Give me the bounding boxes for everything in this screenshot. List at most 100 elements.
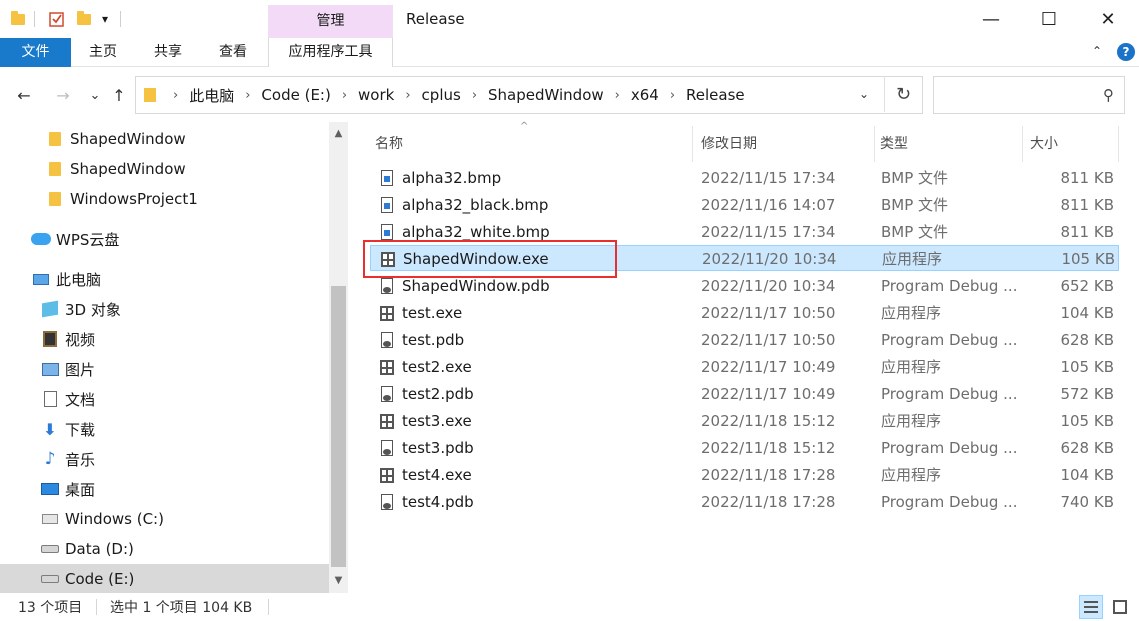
bmp-file-icon	[380, 197, 394, 213]
file-row[interactable]: alpha32_white.bmp 2022/11/15 17:34 BMP 文…	[370, 219, 1119, 245]
file-list: ^ 名称 修改日期 类型 大小 alpha32.bmp 2022/11/15 1…	[370, 121, 1139, 593]
file-row[interactable]: test3.exe 2022/11/18 15:12 应用程序 105 KB	[370, 408, 1119, 434]
folder-icon	[45, 130, 65, 148]
minimize-button[interactable]: —	[963, 0, 1019, 38]
nav-item-code-e[interactable]: Code (E:)	[0, 564, 329, 593]
file-size: 105 KB	[1061, 250, 1115, 268]
up-button[interactable]: ↑	[108, 84, 130, 106]
file-date: 2022/11/18 17:28	[701, 493, 836, 511]
column-header-date[interactable]: 修改日期	[696, 126, 875, 162]
file-date: 2022/11/17 10:50	[701, 331, 836, 349]
file-size: 628 KB	[1060, 439, 1114, 457]
folder-icon	[45, 160, 65, 178]
pdb-file-icon	[380, 332, 394, 348]
nav-item-shapedwindow[interactable]: ShapedWindow	[0, 124, 329, 154]
details-view-button[interactable]	[1079, 595, 1103, 619]
column-header-type[interactable]: 类型	[875, 126, 1023, 162]
refresh-button[interactable]: ↻	[884, 76, 922, 112]
ribbon-tabs: 文件 主页 共享 查看 应用程序工具	[0, 38, 1139, 67]
file-row[interactable]: test2.exe 2022/11/17 10:49 应用程序 105 KB	[370, 354, 1119, 380]
tab-file[interactable]: 文件	[0, 38, 71, 67]
file-row[interactable]: test2.pdb 2022/11/17 10:49 Program Debug…	[370, 381, 1119, 407]
breadcrumb-chevron-icon[interactable]: ›	[670, 88, 675, 103]
nav-item-pictures[interactable]: 图片	[0, 354, 329, 384]
scroll-down-arrow-icon[interactable]: ▼	[329, 572, 348, 589]
address-history-dropdown[interactable]: ⌄	[850, 76, 878, 112]
nav-item-label: 此电脑	[56, 270, 102, 289]
search-icon: ⚲	[1103, 86, 1114, 104]
nav-item-documents[interactable]: 文档	[0, 384, 329, 414]
recent-locations-button[interactable]: ⌄	[84, 84, 106, 106]
help-icon[interactable]: ?	[1117, 43, 1135, 61]
breadcrumb-chevron-icon[interactable]: ›	[342, 88, 347, 103]
file-row[interactable]: test3.pdb 2022/11/18 15:12 Program Debug…	[370, 435, 1119, 461]
file-row[interactable]: test4.pdb 2022/11/18 17:28 Program Debug…	[370, 489, 1119, 515]
nav-item-label: WPS云盘	[56, 230, 120, 249]
breadcrumb-work[interactable]: work	[358, 86, 394, 104]
title-bar: ▾ 管理 Release — ☐ ✕	[0, 0, 1139, 38]
close-button[interactable]: ✕	[1080, 0, 1136, 38]
file-type: Program Debug ...	[881, 439, 1018, 457]
tab-view[interactable]: 查看	[210, 38, 256, 67]
breadcrumb-chevron-icon[interactable]: ›	[405, 88, 410, 103]
nav-item-downloads[interactable]: ⬇ 下载	[0, 414, 329, 444]
nav-item-wps-cloud[interactable]: WPS云盘	[0, 224, 329, 254]
file-type: Program Debug ...	[881, 331, 1018, 349]
back-button[interactable]: ←	[13, 84, 35, 106]
nav-item-this-pc[interactable]: 此电脑	[0, 264, 329, 294]
breadcrumb-x64[interactable]: x64	[631, 86, 659, 104]
scroll-up-arrow-icon[interactable]: ▲	[329, 125, 348, 142]
nav-item-desktop[interactable]: 桌面	[0, 474, 329, 504]
tab-application-tools[interactable]: 应用程序工具	[268, 38, 393, 67]
column-header-size[interactable]: 大小	[1025, 126, 1119, 162]
breadcrumb-cplus[interactable]: cplus	[422, 86, 461, 104]
file-row-selected[interactable]: ShapedWindow.exe 2022/11/20 10:34 应用程序 1…	[370, 245, 1119, 271]
properties-icon[interactable]	[48, 10, 66, 28]
nav-item-data-d[interactable]: Data (D:)	[0, 534, 329, 564]
nav-item-shapedwindow[interactable]: ShapedWindow	[0, 154, 329, 184]
pdb-file-icon	[380, 494, 394, 510]
large-icons-view-button[interactable]	[1108, 595, 1132, 619]
breadcrumb-release[interactable]: Release	[686, 86, 745, 104]
tab-home[interactable]: 主页	[80, 38, 126, 67]
file-row[interactable]: ShapedWindow.pdb 2022/11/20 10:34 Progra…	[370, 273, 1119, 299]
breadcrumb-chevron-icon[interactable]: ›	[245, 88, 250, 103]
file-row[interactable]: alpha32_black.bmp 2022/11/16 14:07 BMP 文…	[370, 192, 1119, 218]
status-selection: 选中 1 个项目 104 KB	[110, 600, 253, 616]
customize-quick-access-dropdown[interactable]: ▾	[98, 10, 112, 28]
pictures-icon	[40, 360, 60, 378]
forward-button[interactable]: →	[52, 84, 74, 106]
exe-file-icon	[380, 359, 394, 375]
breadcrumb-this-pc[interactable]: 此电脑	[189, 85, 234, 106]
column-header-name[interactable]: 名称	[370, 126, 693, 162]
nav-item-label: 下载	[65, 420, 96, 439]
breadcrumb-chevron-icon[interactable]: ›	[615, 88, 620, 103]
breadcrumb-chevron-icon[interactable]: ›	[173, 88, 178, 103]
file-row[interactable]: test4.exe 2022/11/18 17:28 应用程序 104 KB	[370, 462, 1119, 488]
maximize-button[interactable]: ☐	[1021, 0, 1077, 38]
breadcrumb-chevron-icon[interactable]: ›	[472, 88, 477, 103]
breadcrumb-code-drive[interactable]: Code (E:)	[261, 86, 330, 104]
file-name: test3.pdb	[402, 439, 474, 457]
search-input[interactable]: ⚲	[933, 76, 1125, 114]
nav-pane-scrollbar[interactable]: ▲ ▼	[329, 122, 348, 593]
file-row[interactable]: test.exe 2022/11/17 10:50 应用程序 104 KB	[370, 300, 1119, 326]
scrollbar-thumb[interactable]	[331, 286, 346, 567]
nav-item-label: Code (E:)	[65, 570, 135, 588]
address-bar[interactable]: › 此电脑 › Code (E:) › work › cplus › Shape…	[135, 76, 923, 114]
nav-item-music[interactable]: ♪ 音乐	[0, 444, 329, 474]
file-row[interactable]: test.pdb 2022/11/17 10:50 Program Debug …	[370, 327, 1119, 353]
nav-item-videos[interactable]: 视频	[0, 324, 329, 354]
nav-item-3d-objects[interactable]: 3D 对象	[0, 294, 329, 324]
file-row[interactable]: alpha32.bmp 2022/11/15 17:34 BMP 文件 811 …	[370, 165, 1119, 191]
contextual-tab-group-label: 管理	[268, 5, 393, 38]
tab-share[interactable]: 共享	[145, 38, 191, 67]
nav-item-windows-c[interactable]: Windows (C:)	[0, 504, 329, 534]
file-size: 811 KB	[1060, 169, 1114, 187]
expand-ribbon-chevron-icon[interactable]: ⌃	[1092, 44, 1102, 58]
new-folder-icon[interactable]	[76, 10, 92, 28]
breadcrumb-shapedwindow[interactable]: ShapedWindow	[488, 86, 604, 104]
folder-icon	[45, 190, 65, 208]
3d-objects-icon	[40, 300, 60, 318]
nav-item-windowsproject1[interactable]: WindowsProject1	[0, 184, 329, 214]
